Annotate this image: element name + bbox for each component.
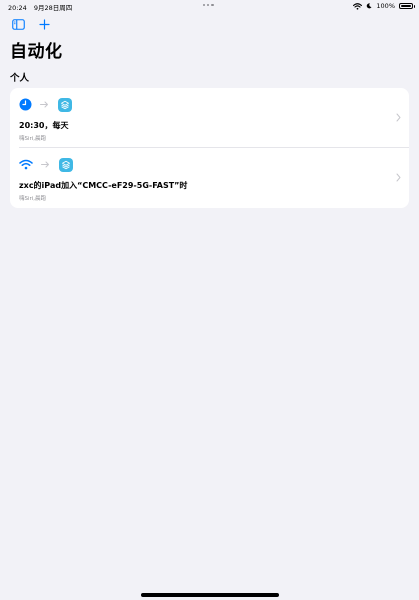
moon-icon [367,3,372,9]
automation-title: 20:30，每天 [19,121,69,130]
status-bar: 20:24 9月28日周四 100% [0,0,419,12]
automation-title: zxc的iPad加入“CMCC-eF29-5G-FAST”时 [19,181,188,190]
automation-item[interactable]: zxc的iPad加入“CMCC-eF29-5G-FAST”时 嗨Siri,晨跑 [10,148,409,208]
status-date: 9月28日周四 [33,4,73,12]
sidebar-icon [11,18,25,30]
chevron-right-icon [396,173,401,182]
sidebar-toggle-button[interactable] [9,15,27,33]
section-title: 个人 [10,73,30,84]
multitasking-dot [203,4,206,7]
automation-item[interactable]: 20:30，每天 嗨Siri,晨跑 [10,88,409,148]
status-time: 20:24 [8,4,27,12]
add-automation-button[interactable] [35,15,53,33]
multitasking-dot [211,4,214,7]
page-title: 自动化 [10,42,63,62]
status-right: 100% [353,2,415,10]
multitasking-dots[interactable] [203,4,214,7]
automation-icons [19,97,72,112]
plus-icon [38,18,50,30]
chevron-right-icon [396,113,401,122]
arrow-right-icon [41,161,50,168]
automation-subtitle: 嗨Siri,晨跑 [19,196,47,202]
automation-subtitle: 嗨Siri,晨跑 [19,136,47,142]
clock-icon [19,98,32,111]
multitasking-dot [207,4,210,7]
shortcuts-app-icon [59,157,73,172]
wifi-status-icon [353,2,363,10]
battery-icon [399,3,415,9]
battery-percent: 100% [376,2,395,10]
status-left: 20:24 9月28日周四 [8,2,72,12]
automation-icons [19,157,73,172]
arrow-right-icon [40,101,49,108]
home-indicator[interactable] [141,593,279,597]
automations-list: 20:30，每天 嗨Siri,晨跑 zxc的iPad加入“CMCC-eF29-5… [10,88,409,208]
shortcuts-app-icon [58,97,72,112]
wifi-icon [19,159,33,170]
